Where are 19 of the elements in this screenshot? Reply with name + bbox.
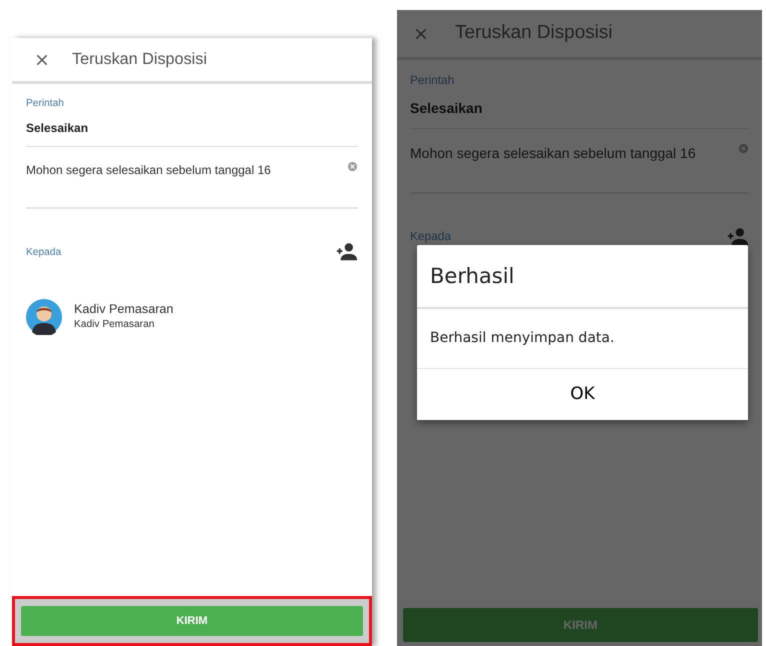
clear-icon[interactable] [347,161,358,172]
field-label: Kepada [26,246,62,260]
note-text: Mohon segera selesaikan sebelum tanggal 16 [26,162,271,180]
note-text: Mohon segera selesaikan sebelum tanggal 16 [410,144,696,163]
field-label: Perintah [26,97,65,111]
field-label: Perintah [410,72,456,89]
ok-button[interactable]: OK [417,368,748,420]
field-label: Kepada [410,228,451,245]
dialog-title: Berhasil [417,245,748,308]
add-person-icon[interactable] [336,241,358,264]
command-field[interactable]: Selesaikan [26,111,358,148]
note-field[interactable]: Mohon segera selesaikan sebelum tanggal 16 [26,147,358,210]
screen-title: Teruskan Disposisi [455,21,612,46]
recipient-role: Kadiv Pemasaran [74,318,156,332]
recipient-name: Kadiv Pemasaran [74,302,174,317]
recipient-item[interactable]: Kadiv Pemasaran Kadiv Pemasaran [26,299,358,336]
add-person-icon[interactable] [727,226,749,248]
screen-title: Teruskan Disposisi [72,49,207,70]
avatar-icon [26,299,62,336]
